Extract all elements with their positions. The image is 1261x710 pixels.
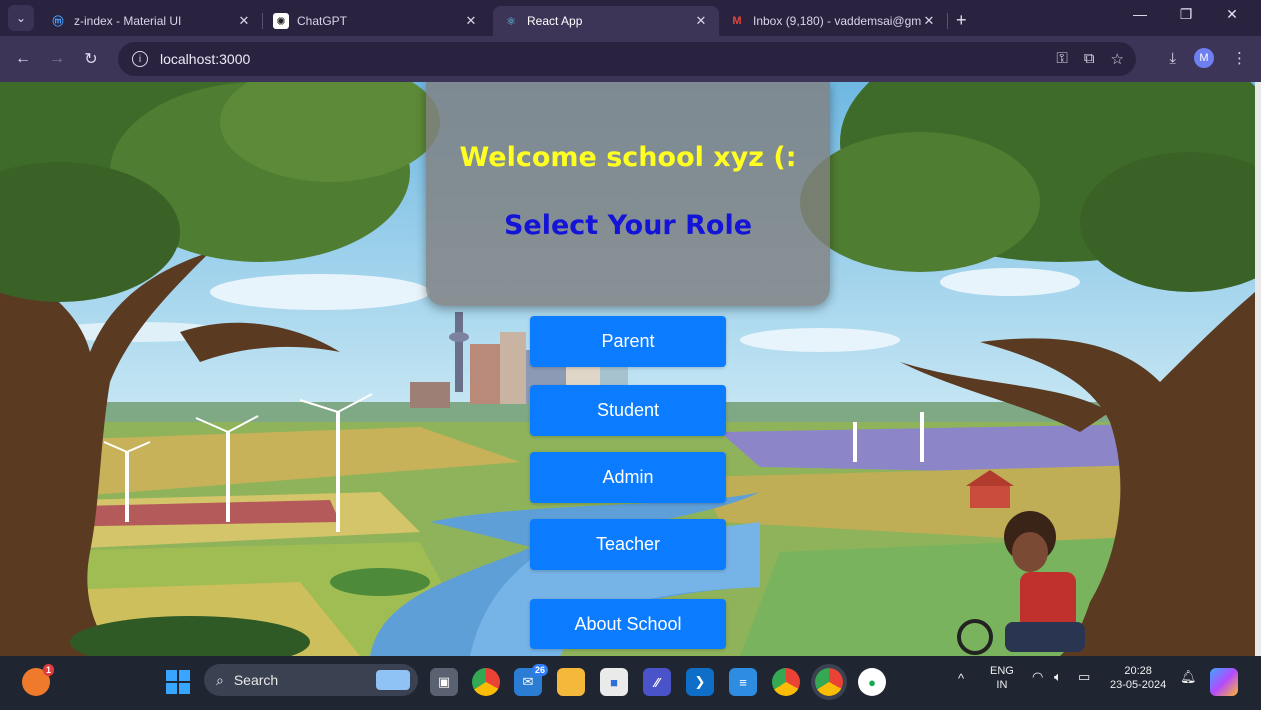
windows-start-icon[interactable] bbox=[164, 668, 192, 696]
language-code: ENG bbox=[990, 665, 1014, 677]
tab-chatgpt[interactable]: ✺ ChatGPT ✕ bbox=[263, 6, 489, 36]
taskbar-search[interactable]: ⌕ Search bbox=[204, 664, 418, 696]
region-code: IN bbox=[996, 679, 1008, 691]
react-icon: ⚛ bbox=[506, 15, 516, 28]
chatgpt-icon: ✺ bbox=[273, 13, 289, 29]
clock[interactable]: 20:28 23-05-2024 bbox=[1110, 664, 1166, 692]
cast-icon[interactable]: ⧉ bbox=[1084, 50, 1095, 68]
tab-material-ui[interactable]: ⓜ z-index - Material UI ✕ bbox=[40, 6, 262, 36]
restore-icon[interactable]: ❐ bbox=[1166, 6, 1206, 23]
gmail-icon: M bbox=[732, 15, 742, 27]
clock-date: 23-05-2024 bbox=[1110, 679, 1167, 691]
chrome-icon[interactable] bbox=[472, 668, 500, 696]
file-explorer-icon[interactable] bbox=[557, 668, 585, 696]
reload-icon[interactable]: ↻ bbox=[74, 49, 108, 69]
tab-search-chevron-icon[interactable]: ⌄ bbox=[8, 5, 34, 31]
search-label: Search bbox=[233, 672, 279, 688]
about-school-button[interactable]: About School bbox=[530, 599, 726, 649]
tab-strip: ⌄ ⓜ z-index - Material UI ✕ ✺ ChatGPT ✕ … bbox=[0, 0, 1261, 36]
tab-react-app[interactable]: ⚛ React App ✕ bbox=[493, 6, 719, 36]
notification-bell-icon[interactable]: 🔔︎ bbox=[1180, 670, 1197, 684]
tab-divider bbox=[947, 13, 948, 29]
tab-title: z-index - Material UI bbox=[74, 14, 182, 28]
site-info-icon[interactable]: i bbox=[132, 51, 148, 67]
windows-taskbar: 1 ⌕ Search ▣ ✉ 26 ■ ∕∕ ❯ ≡ ● ^ ENG IN ◠ … bbox=[0, 656, 1261, 710]
back-arrow-icon[interactable]: ← bbox=[6, 50, 40, 68]
notification-badge: 1 bbox=[42, 664, 54, 676]
close-icon[interactable]: ✕ bbox=[236, 13, 252, 29]
language-indicator[interactable]: ENG IN bbox=[990, 664, 1014, 692]
welcome-title: Welcome school xyz (: bbox=[459, 142, 797, 173]
close-icon[interactable]: ✕ bbox=[463, 13, 479, 29]
chrome-active-icon[interactable] bbox=[815, 668, 843, 696]
wifi-icon[interactable]: ◠ bbox=[1032, 670, 1043, 684]
widgets-icon[interactable]: 1 bbox=[22, 664, 54, 696]
welcome-panel: Welcome school xyz (: Select Your Role bbox=[426, 82, 830, 306]
bookmark-star-icon[interactable]: ☆ bbox=[1111, 50, 1124, 68]
clock-time: 20:28 bbox=[1124, 665, 1152, 677]
volume-icon[interactable]: 🔈︎ bbox=[1054, 670, 1062, 684]
visual-studio-icon[interactable]: ∕∕ bbox=[643, 668, 671, 696]
tab-title: Inbox (9,180) - vaddemsai@gm bbox=[753, 14, 921, 28]
address-text: localhost:3000 bbox=[160, 51, 251, 67]
search-icon: ⌕ bbox=[216, 671, 224, 688]
copilot-icon[interactable] bbox=[1210, 668, 1238, 696]
tab-title: ChatGPT bbox=[297, 14, 348, 28]
vscode-icon[interactable]: ❯ bbox=[686, 668, 714, 696]
window-close-icon[interactable]: ✕ bbox=[1212, 6, 1252, 23]
search-highlight-icon bbox=[376, 670, 410, 690]
show-hidden-icons-chevron-icon[interactable]: ^ bbox=[958, 672, 964, 686]
address-bar[interactable]: i localhost:3000 ⚿ ⧉ ☆ bbox=[118, 42, 1136, 76]
tab-gmail[interactable]: M Inbox (9,180) - vaddemsai@gm ✕ bbox=[719, 6, 947, 36]
parent-button[interactable]: Parent bbox=[530, 316, 726, 367]
scrollbar-track[interactable] bbox=[1255, 82, 1261, 656]
close-icon[interactable]: ✕ bbox=[921, 13, 937, 29]
download-icon[interactable]: ⤓ bbox=[1169, 50, 1176, 67]
browser-toolbar: ← → ↻ i localhost:3000 ⚿ ⧉ ☆ ⤓ M ⋮ bbox=[0, 36, 1261, 82]
student-button[interactable]: Student bbox=[530, 385, 726, 436]
material-ui-icon: ⓜ bbox=[52, 16, 64, 28]
profile-avatar[interactable]: M bbox=[1194, 48, 1214, 68]
password-key-icon[interactable]: ⚿ bbox=[1056, 50, 1067, 68]
task-view-icon[interactable]: ▣ bbox=[430, 668, 458, 696]
chrome-profile-icon[interactable] bbox=[772, 668, 800, 696]
new-tab-plus-icon[interactable]: + bbox=[956, 10, 967, 31]
notepad-icon[interactable]: ≡ bbox=[729, 668, 757, 696]
teacher-button[interactable]: Teacher bbox=[530, 519, 726, 570]
mongodb-compass-icon[interactable]: ● bbox=[858, 668, 886, 696]
forward-arrow-icon[interactable]: → bbox=[40, 50, 74, 68]
tab-title: React App bbox=[527, 14, 583, 28]
battery-icon[interactable]: ▭ bbox=[1078, 670, 1090, 684]
more-menu-icon[interactable]: ⋮ bbox=[1232, 49, 1247, 67]
close-icon[interactable]: ✕ bbox=[693, 13, 709, 29]
mail-badge: 26 bbox=[531, 664, 548, 676]
mail-icon[interactable]: ✉ 26 bbox=[514, 664, 548, 696]
minimize-icon[interactable]: — bbox=[1120, 6, 1160, 22]
select-role-heading: Select Your Role bbox=[503, 210, 753, 241]
admin-button[interactable]: Admin bbox=[530, 452, 726, 503]
microsoft-store-icon[interactable]: ■ bbox=[600, 668, 628, 696]
